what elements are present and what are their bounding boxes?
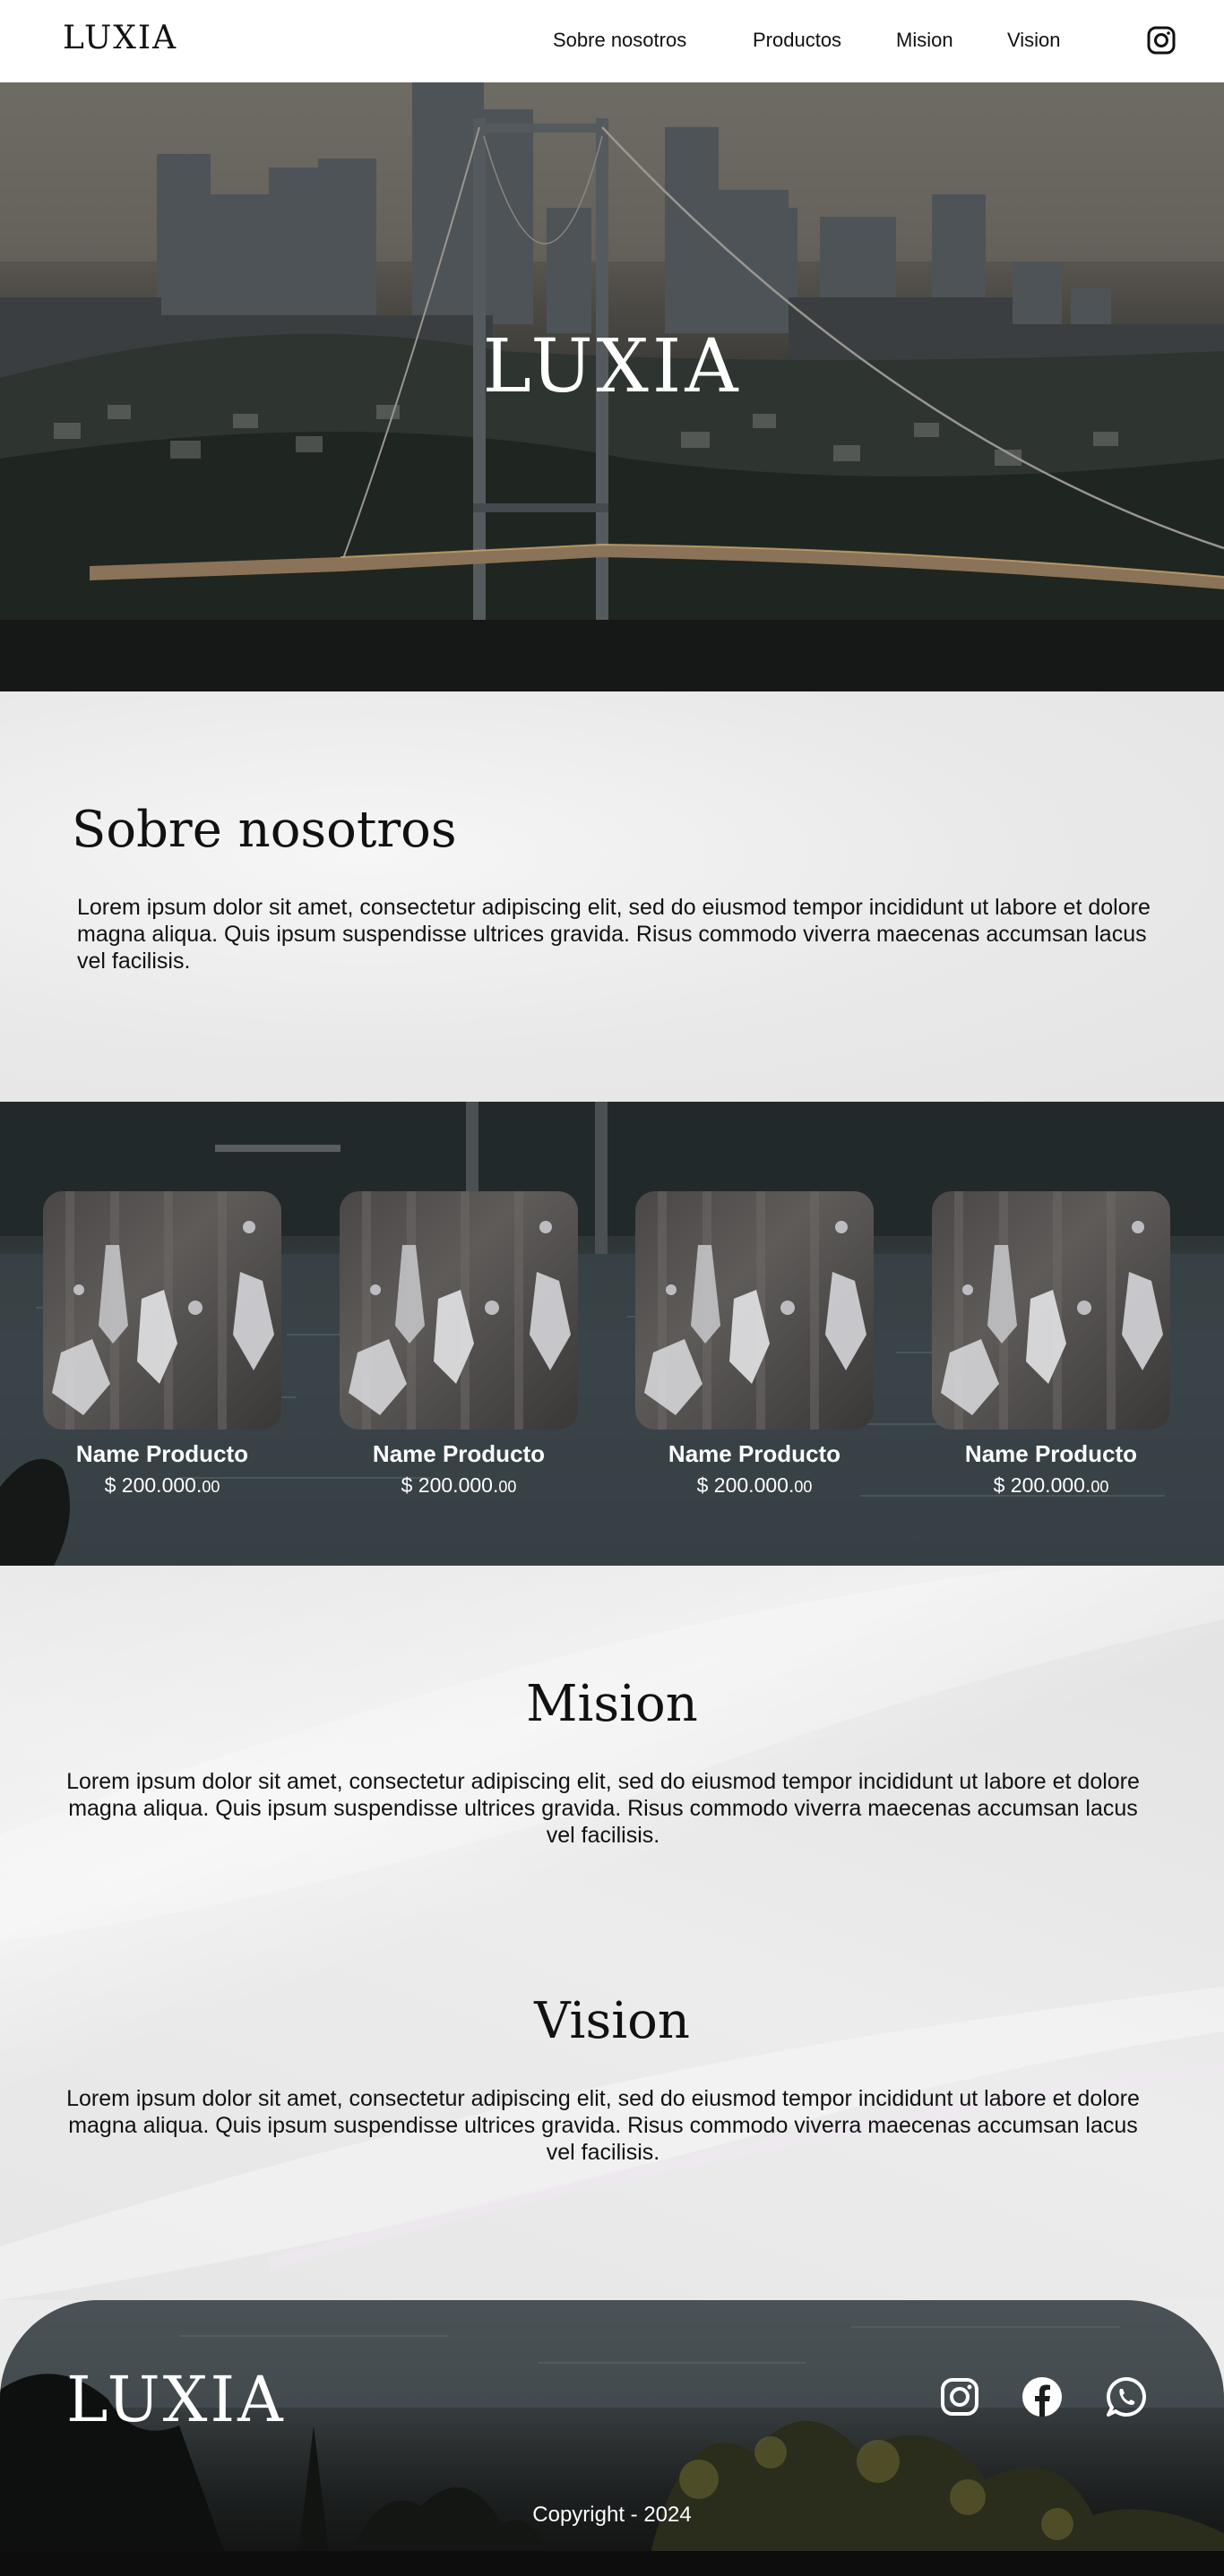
about-title: Sobre nosotros [72,801,457,859]
product-price: $ 200.000.00 [340,1473,578,1498]
hero-banner: LUXIA [0,82,1224,691]
product-price: $ 200.000.00 [635,1473,874,1498]
crystal-image [52,1191,274,1430]
price-cents: 00 [794,1478,813,1496]
product-price: $ 200.000.00 [43,1473,281,1498]
price-main: $ 200.000. [401,1473,499,1497]
nav-link-vision[interactable]: Vision [1007,29,1061,52]
navbar: LUXIA Sobre nosotros Productos Mision Vi… [0,0,1224,82]
crystal-image [644,1191,866,1430]
product-image[interactable] [340,1191,578,1430]
price-main: $ 200.000. [696,1473,795,1497]
instagram-icon[interactable] [1147,26,1176,55]
product-name: Name Producto [75,1440,249,1467]
instagram-icon[interactable] [938,2375,981,2418]
mission-text: Lorem ipsum dolor sit amet, consectetur … [66,1769,1140,1848]
product-image[interactable] [932,1191,1170,1430]
products-section: Name Producto $ 200.000.00 Name Producto… [0,1102,1224,1566]
product-image[interactable] [635,1191,874,1430]
copyright: Copyright - 2024 [532,2503,692,2527]
nav-link-mision[interactable]: Mision [896,29,953,52]
crystal-image [941,1191,1163,1430]
price-main: $ 200.000. [104,1473,203,1497]
price-main: $ 200.000. [993,1473,1091,1497]
mission-title: Mision [526,1675,698,1733]
product-price: $ 200.000.00 [932,1473,1170,1498]
product-name: Name Producto [668,1440,841,1467]
footer-logo[interactable]: LUXIA [66,2363,286,2436]
product-card[interactable]: Name Producto $ 200.000.00 [340,1191,578,1498]
product-card[interactable]: Name Producto $ 200.000.00 [932,1191,1170,1498]
product-card[interactable]: Name Producto $ 200.000.00 [635,1191,874,1498]
product-name: Name Producto [964,1440,1138,1467]
product-card[interactable]: Name Producto $ 200.000.00 [43,1191,281,1498]
crystal-image [349,1191,571,1430]
mission-vision-section: Mision Lorem ipsum dolor sit amet, conse… [0,1566,1224,2300]
facebook-icon[interactable] [1021,2375,1064,2418]
whatsapp-icon[interactable] [1105,2375,1148,2418]
product-image[interactable] [43,1191,281,1430]
price-cents: 00 [1090,1478,1109,1496]
footer: LUXIA Copyright - 2024 [0,2300,1224,2576]
nav-link-productos[interactable]: Productos [753,29,841,52]
about-section: Sobre nosotros Lorem ipsum dolor sit ame… [0,691,1224,1102]
product-name: Name Producto [372,1440,546,1467]
nav-link-sobre-nosotros[interactable]: Sobre nosotros [553,29,686,52]
about-text: Lorem ipsum dolor sit amet, consectetur … [77,895,1151,974]
vision-text: Lorem ipsum dolor sit amet, consectetur … [66,2086,1140,2165]
hero-title: LUXIA [482,324,742,409]
footer-background-image [0,2300,1224,2576]
vision-title: Vision [534,1992,690,2050]
price-cents: 00 [498,1478,517,1496]
nav-logo[interactable]: LUXIA [63,20,177,56]
price-cents: 00 [202,1478,220,1496]
